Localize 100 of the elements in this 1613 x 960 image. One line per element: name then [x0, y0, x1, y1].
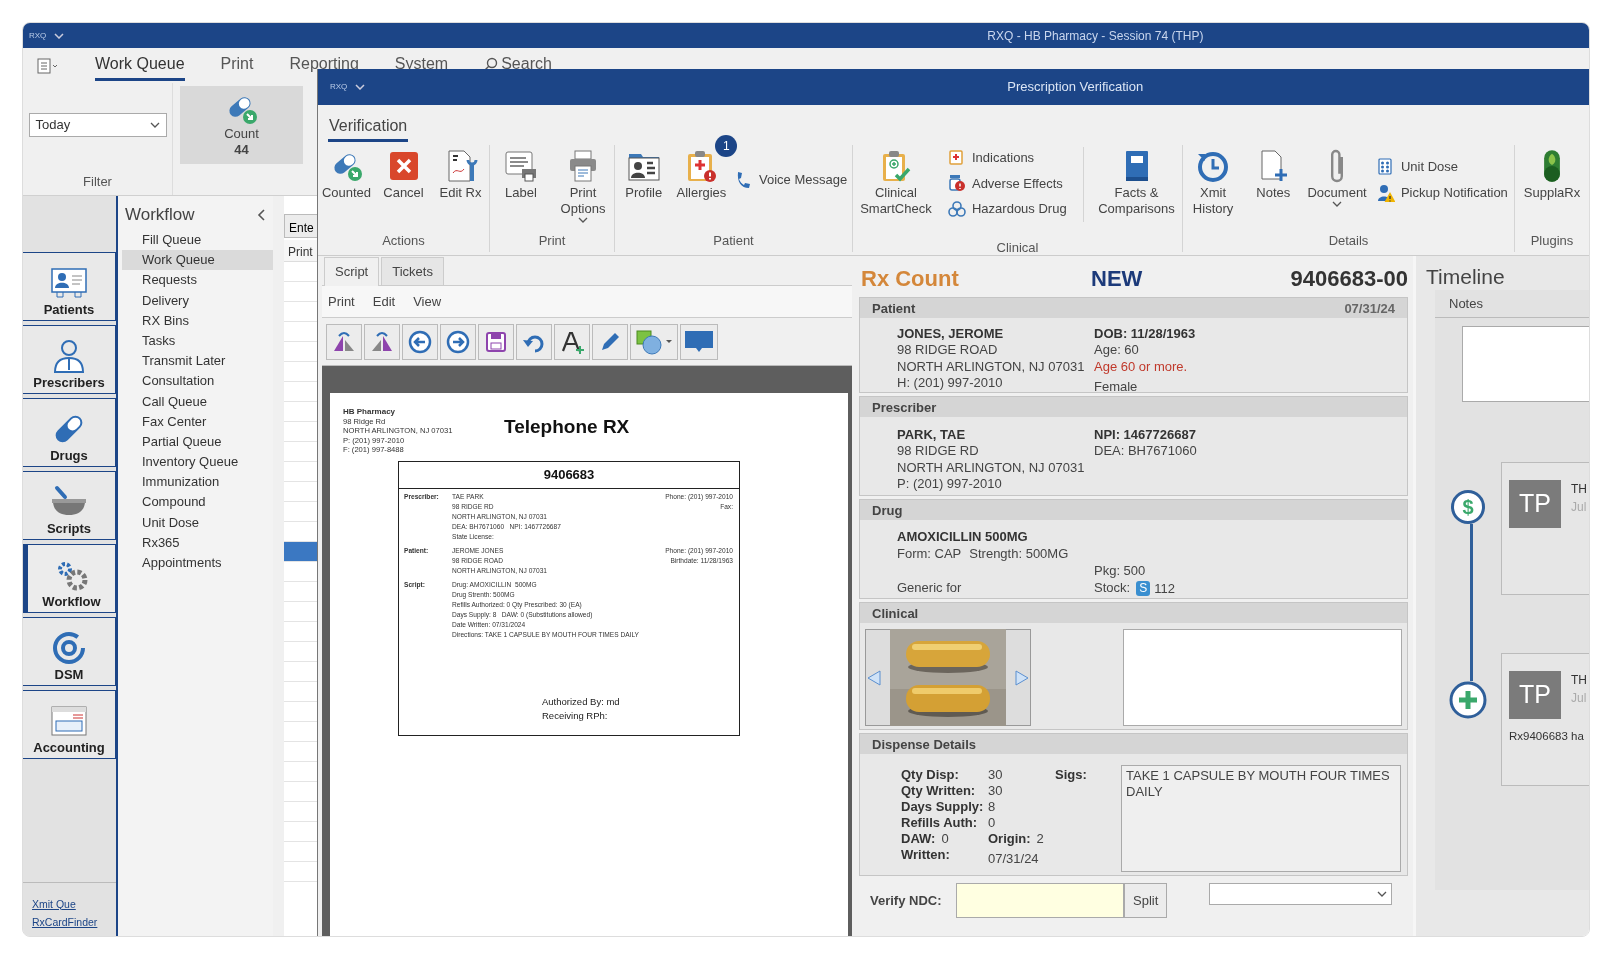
- pkg-size: Pkg: 500: [1094, 562, 1147, 578]
- prescriber-name: PARK, TAE: [897, 427, 967, 444]
- menu-tab[interactable]: Work Queue: [95, 50, 185, 81]
- menu-tab[interactable]: Print: [220, 50, 254, 81]
- sigs-box: TAKE 1 CAPSULE BY MOUTH FOUR TIMES DAILY: [1121, 765, 1401, 872]
- notes-input[interactable]: [1462, 326, 1589, 402]
- caret-icon: [149, 122, 160, 128]
- nav-button[interactable]: DSM: [23, 617, 116, 686]
- capsule-icon: [1543, 149, 1561, 183]
- ribbon-button[interactable]: Clinical SmartCheck: [860, 147, 932, 219]
- pharmacy-address-line: HB Pharmacy: [343, 407, 397, 417]
- forward-icon: [445, 328, 471, 355]
- workflow-item[interactable]: Work Queue: [122, 250, 273, 271]
- group-label: Print: [537, 231, 567, 250]
- workflow-item[interactable]: Consultation: [122, 371, 273, 392]
- dropdown-caret-icon[interactable]: [355, 84, 366, 90]
- nav-button[interactable]: Scripts: [23, 471, 116, 540]
- toolbar-button[interactable]: [402, 323, 438, 360]
- field-label: Sigs:: [1055, 766, 1088, 781]
- nav-button[interactable]: Patients: [23, 252, 116, 321]
- workflow-item[interactable]: Compound: [122, 492, 273, 513]
- patient-sex: Female: [1094, 379, 1139, 392]
- footer-link[interactable]: RxCardFinder: [32, 915, 116, 931]
- menu-item[interactable]: View: [413, 291, 442, 312]
- count-button[interactable]: Count 44: [180, 86, 303, 164]
- workflow-item[interactable]: Fill Queue: [122, 230, 273, 251]
- ribbon-button[interactable]: Counted: [320, 147, 373, 203]
- ribbon-button[interactable]: Cancel: [377, 147, 430, 203]
- person-warning-icon: [1376, 183, 1395, 202]
- workflow-item[interactable]: Tasks: [122, 330, 273, 352]
- ribbon-button[interactable]: Hazardous Drug: [945, 198, 1069, 220]
- ribbon-button[interactable]: Pickup Notification: [1374, 181, 1510, 204]
- workflow-item[interactable]: Delivery: [122, 290, 273, 311]
- app-logo: RXQ: [330, 81, 348, 93]
- ribbon-button[interactable]: Notes: [1247, 147, 1300, 203]
- patient-dob: DOB: 11/28/1963: [1094, 326, 1197, 343]
- tab[interactable]: Notes: [1449, 296, 1483, 311]
- group-label: Filter: [83, 172, 112, 191]
- nav-button[interactable]: Accounting: [23, 690, 116, 759]
- workflow-item[interactable]: Requests: [122, 270, 273, 291]
- collapse-icon[interactable]: [257, 208, 265, 221]
- field-label: Verify NDC:: [870, 891, 943, 910]
- workflow-item[interactable]: Transmit Later: [122, 351, 273, 372]
- entry-title: TH: [1571, 672, 1587, 689]
- ribbon-button[interactable]: Voice Message: [733, 169, 850, 191]
- ribbon-button[interactable]: Print Options: [557, 147, 609, 225]
- workflow-item[interactable]: Fax Center: [122, 411, 273, 432]
- ndc-input[interactable]: [956, 883, 1124, 918]
- ribbon-button[interactable]: Profile: [617, 147, 670, 203]
- toolbar-button[interactable]: [326, 323, 362, 360]
- address-line: 98 RIDGE ROAD: [897, 342, 999, 359]
- drug-strength: Strength: 500MG: [969, 545, 1069, 561]
- menu-item[interactable]: Print: [328, 291, 355, 312]
- ribbon-button[interactable]: Edit Rx: [434, 147, 487, 203]
- prescriber-dea: DEA: BH7671060: [1094, 443, 1198, 460]
- ribbon-button[interactable]: Adverse Effects: [945, 172, 1069, 194]
- workflow-item[interactable]: Appointments: [122, 553, 273, 574]
- workflow-item[interactable]: Inventory Queue: [122, 452, 273, 473]
- ribbon-button[interactable]: Label: [495, 147, 547, 203]
- ribbon-button[interactable]: Unit Dose: [1374, 156, 1510, 178]
- split-button[interactable]: Split: [1124, 883, 1168, 918]
- generic-label: Generic for: [897, 579, 963, 595]
- group-label: Clinical: [995, 238, 1040, 257]
- workflow-item[interactable]: Unit Dose: [122, 512, 273, 533]
- dropdown-caret-icon[interactable]: [54, 32, 65, 39]
- address-line: 98 RIDGE RD: [897, 443, 980, 460]
- toolbar-button[interactable]: [554, 323, 590, 360]
- tab[interactable]: Script: [324, 256, 380, 286]
- footer-link[interactable]: Xmit Que: [32, 896, 116, 913]
- field-label: Days Supply:: [901, 798, 985, 813]
- workflow-item[interactable]: Immunization: [122, 472, 273, 493]
- blister-pack-icon: [1376, 158, 1395, 176]
- nav-button[interactable]: Drugs: [23, 398, 116, 467]
- date-filter-dropdown[interactable]: Today: [28, 113, 167, 137]
- nav-button[interactable]: Prescribers: [23, 325, 116, 394]
- workflow-item[interactable]: Partial Queue: [122, 431, 273, 453]
- menu-item[interactable]: Edit: [372, 291, 396, 312]
- ribbon-button[interactable]: SupplaRx: [1523, 147, 1581, 203]
- stock-label: Stock:: [1094, 580, 1131, 595]
- toolbar-button[interactable]: [364, 323, 400, 360]
- label-printer-icon: [504, 149, 538, 183]
- add-icon: [1449, 681, 1487, 719]
- ribbon-tab[interactable]: Verification: [328, 114, 409, 142]
- ribbon-button[interactable]: Document: [1307, 147, 1367, 209]
- nav-button[interactable]: Workflow: [23, 544, 116, 613]
- workflow-item[interactable]: Rx365: [122, 532, 273, 553]
- field-value: 30: [988, 766, 1004, 781]
- section-date: 07/31/24: [1344, 300, 1395, 317]
- initials-avatar: TP: [1509, 671, 1561, 719]
- ribbon-button[interactable]: Indications: [945, 147, 1069, 169]
- ribbon-button[interactable]: Xmit History: [1187, 147, 1240, 219]
- tab[interactable]: Tickets: [381, 256, 444, 285]
- toolbar-button[interactable]: [440, 323, 476, 360]
- workflow-item[interactable]: RX Bins: [122, 310, 273, 331]
- panel-title: Workflow: [125, 203, 195, 226]
- toolbar-button[interactable]: [478, 323, 514, 360]
- initials-avatar: TP: [1509, 480, 1561, 528]
- ribbon-button[interactable]: Facts & Comparisons: [1098, 147, 1175, 219]
- group-label: Patient: [712, 231, 755, 250]
- workflow-item[interactable]: Call Queue: [122, 391, 273, 412]
